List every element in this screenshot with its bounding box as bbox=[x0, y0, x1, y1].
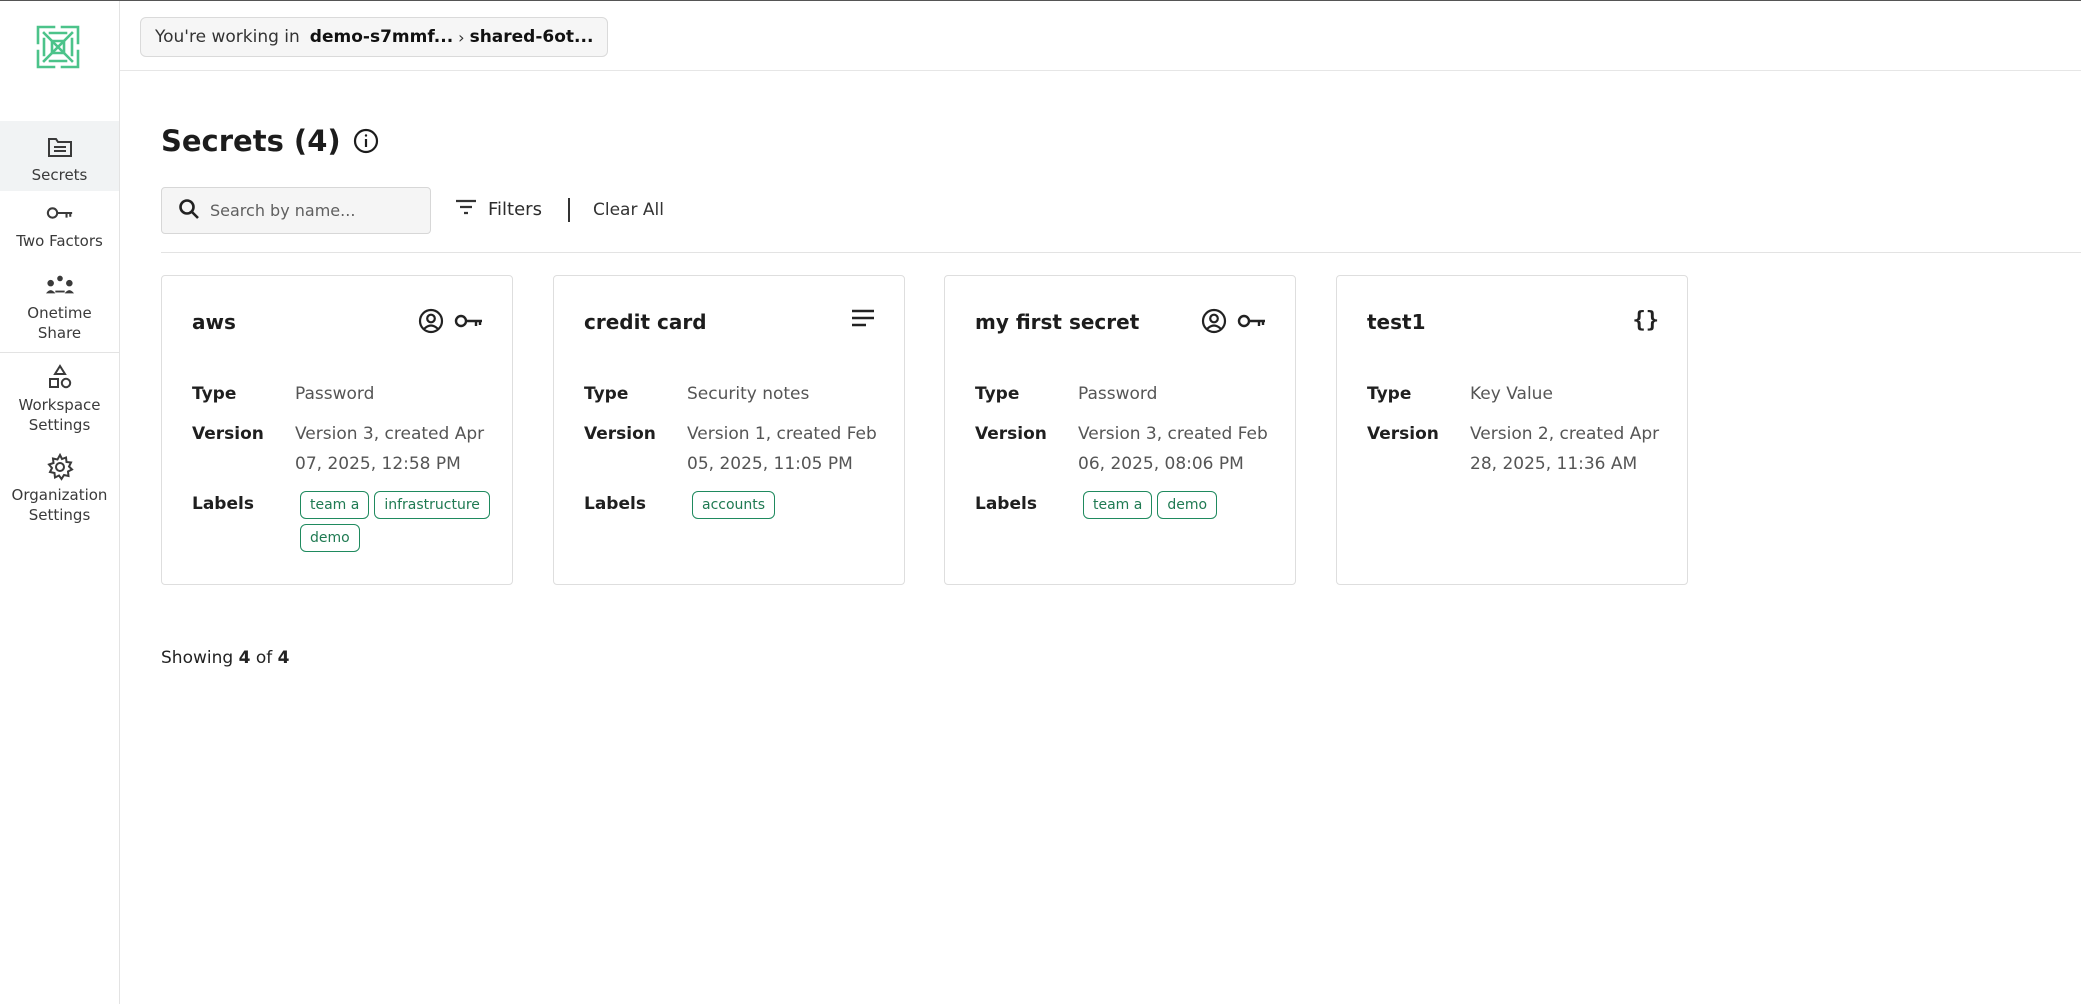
sidebar-item-secrets[interactable]: Secrets bbox=[0, 121, 119, 191]
card-type-icons bbox=[418, 308, 484, 338]
field-value-type: Password bbox=[295, 384, 375, 404]
label-tags: team a demo bbox=[1083, 489, 1275, 519]
card-title: test1 bbox=[1367, 310, 1426, 334]
results-prefix: Showing bbox=[161, 648, 234, 668]
results-count: 4 bbox=[238, 648, 251, 668]
label-tags: accounts bbox=[692, 489, 884, 519]
sidebar-item-label: Two Factors bbox=[16, 232, 103, 250]
search-icon bbox=[178, 198, 200, 224]
filter-separator bbox=[568, 198, 570, 222]
shapes-icon bbox=[46, 363, 74, 391]
field-label-version: Version bbox=[975, 424, 1047, 444]
label-tag: team a bbox=[1083, 491, 1153, 519]
card-type-row: Type Password bbox=[975, 379, 1275, 409]
card-version-row: Version Version 3, created Apr 07, 2025,… bbox=[192, 419, 492, 479]
toolbar-divider bbox=[161, 252, 2081, 253]
label-tag: infrastructure bbox=[374, 491, 490, 519]
field-label-type: Type bbox=[975, 384, 1020, 404]
field-value-type: Key Value bbox=[1470, 384, 1553, 404]
filters-button[interactable]: Filters bbox=[454, 197, 542, 222]
card-type-row: Type Password bbox=[192, 379, 492, 409]
card-version-row: Version Version 3, created Feb 06, 2025,… bbox=[975, 419, 1275, 479]
label-tag: demo bbox=[1157, 491, 1218, 519]
field-value-type: Password bbox=[1078, 384, 1158, 404]
secret-card-my-first-secret[interactable]: my first secret Type Password Version Ve… bbox=[944, 275, 1296, 585]
info-icon[interactable] bbox=[353, 128, 379, 154]
folder-icon bbox=[46, 133, 74, 161]
secret-card-test1[interactable]: test1 {} Type Key Value Version Version … bbox=[1336, 275, 1688, 585]
card-version-row: Version Version 1, created Feb 05, 2025,… bbox=[584, 419, 884, 479]
card-type-icons bbox=[1201, 308, 1267, 338]
filter-lines-icon bbox=[454, 197, 478, 222]
results-of: of bbox=[255, 648, 273, 668]
sidebar-divider bbox=[0, 352, 119, 353]
app-logo[interactable] bbox=[32, 21, 84, 73]
sidebar-item-label: Workspace Settings bbox=[18, 396, 101, 434]
results-summary: Showing 4 of 4 bbox=[161, 648, 289, 668]
card-labels-row: Labels accounts bbox=[584, 489, 884, 519]
key-icon bbox=[454, 312, 484, 334]
breadcrumb-organization[interactable]: demo-s7mmf... bbox=[310, 27, 453, 47]
sidebar-item-onetime-share[interactable]: Onetime Share bbox=[0, 271, 119, 343]
card-version-row: Version Version 2, created Apr 28, 2025,… bbox=[1367, 419, 1667, 479]
label-tag: accounts bbox=[692, 491, 776, 519]
workspace-context-selector[interactable]: You're working in demo-s7mmf... › shared… bbox=[140, 17, 609, 57]
card-labels-row: Labels team a infrastructure demo bbox=[192, 489, 492, 552]
results-total: 4 bbox=[277, 648, 290, 668]
sidebar-item-label: Organization Settings bbox=[11, 486, 108, 524]
key-icon bbox=[46, 199, 74, 227]
card-type-row: Type Key Value bbox=[1367, 379, 1667, 409]
label-tags: team a infrastructure demo bbox=[300, 489, 492, 552]
field-label-version: Version bbox=[192, 424, 264, 444]
card-title: credit card bbox=[584, 310, 707, 334]
sidebar-item-workspace-settings[interactable]: Workspace Settings bbox=[0, 363, 119, 435]
field-label-type: Type bbox=[584, 384, 629, 404]
search-input[interactable] bbox=[210, 201, 410, 220]
card-type-icons bbox=[850, 308, 876, 332]
field-label-version: Version bbox=[1367, 424, 1439, 444]
field-label-version: Version bbox=[584, 424, 656, 444]
card-type-icons: {} bbox=[1633, 308, 1660, 333]
card-type-row: Type Security notes bbox=[584, 379, 884, 409]
sidebar-item-organization-settings[interactable]: Organization Settings bbox=[0, 453, 119, 525]
field-value-version: Version 3, created Apr 07, 2025, 12:58 P… bbox=[295, 424, 485, 474]
sidebar-item-two-factors[interactable]: Two Factors bbox=[0, 199, 119, 257]
user-circle-icon bbox=[418, 308, 444, 338]
field-label-labels: Labels bbox=[192, 494, 254, 514]
field-label-type: Type bbox=[1367, 384, 1412, 404]
card-title: aws bbox=[192, 310, 236, 334]
page-title-text: Secrets (4) bbox=[161, 124, 341, 158]
page-title: Secrets (4) bbox=[161, 124, 379, 158]
sidebar-item-label: Onetime Share bbox=[27, 304, 92, 342]
field-value-version: Version 1, created Feb 05, 2025, 11:05 P… bbox=[687, 424, 877, 474]
field-label-labels: Labels bbox=[584, 494, 646, 514]
field-value-version: Version 2, created Apr 28, 2025, 11:36 A… bbox=[1470, 424, 1660, 474]
gear-icon bbox=[46, 453, 74, 481]
label-tag: demo bbox=[300, 524, 360, 552]
card-title: my first secret bbox=[975, 310, 1140, 334]
breadcrumb-workspace[interactable]: shared-6ot... bbox=[470, 27, 594, 47]
user-circle-icon bbox=[1201, 308, 1227, 338]
label-tag: team a bbox=[300, 491, 370, 519]
curly-braces-icon: {} bbox=[1632, 308, 1660, 333]
key-icon bbox=[1237, 312, 1267, 334]
sidebar-item-label: Secrets bbox=[31, 166, 88, 184]
filters-label: Filters bbox=[488, 199, 542, 220]
clear-all-button[interactable]: Clear All bbox=[593, 200, 664, 220]
field-value-version: Version 3, created Feb 06, 2025, 08:06 P… bbox=[1078, 424, 1268, 474]
share-nodes-icon bbox=[45, 271, 74, 299]
field-label-labels: Labels bbox=[975, 494, 1037, 514]
secret-card-credit-card[interactable]: credit card Type Security notes Version … bbox=[553, 275, 905, 585]
field-value-type: Security notes bbox=[687, 384, 810, 404]
search-box[interactable] bbox=[161, 187, 431, 234]
card-labels-row: Labels team a demo bbox=[975, 489, 1275, 519]
sidebar: Secrets Two Factors Onetime Share Worksp… bbox=[0, 1, 120, 1004]
chevron-right-icon: › bbox=[458, 27, 465, 47]
notes-lines-icon bbox=[850, 308, 876, 332]
context-prefix: You're working in bbox=[155, 27, 300, 47]
top-bar: You're working in demo-s7mmf... › shared… bbox=[120, 1, 2081, 71]
secret-card-aws[interactable]: aws Type Password Version Version 3, cre… bbox=[161, 275, 513, 585]
field-label-type: Type bbox=[192, 384, 237, 404]
